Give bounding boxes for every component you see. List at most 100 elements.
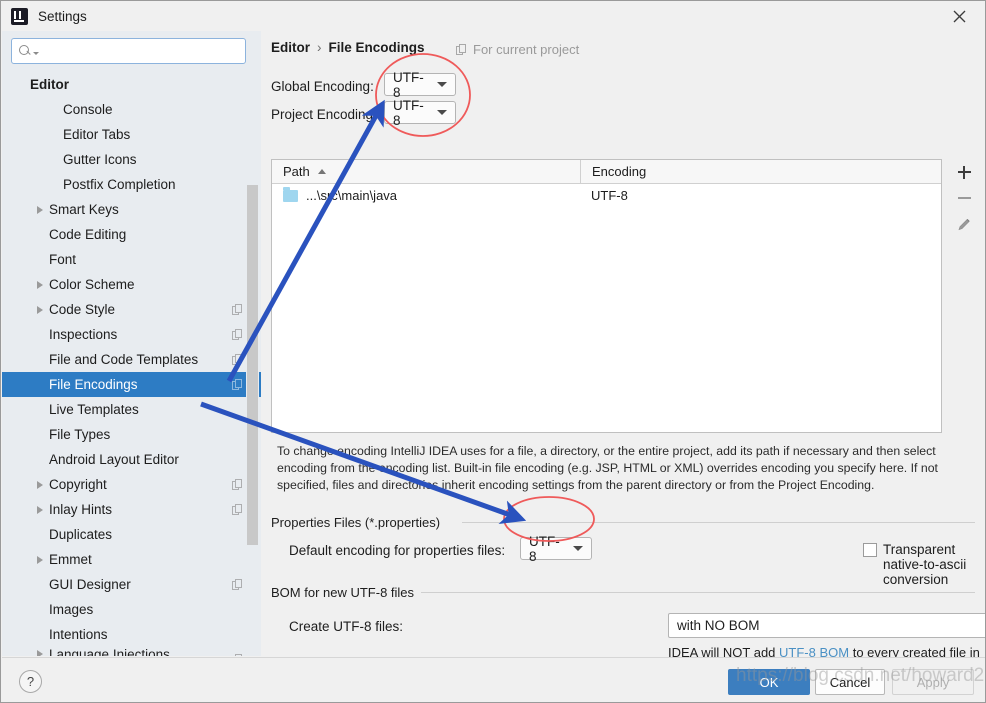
sidebar-item-label: Gutter Icons: [63, 152, 137, 167]
global-encoding-label: Global Encoding:: [271, 79, 374, 94]
for-current-project-badge: For current project: [456, 42, 579, 57]
sidebar-item-duplicates[interactable]: Duplicates: [2, 522, 261, 547]
sidebar-item-label: Editor Tabs: [63, 127, 131, 142]
sidebar-item-code-editing[interactable]: Code Editing: [2, 222, 261, 247]
settings-dialog: Settings Editor Console Editor Tabs Gutt…: [0, 0, 986, 703]
sidebar-item-code-style[interactable]: Code Style: [2, 297, 261, 322]
intellij-idea-logo-icon: [11, 7, 28, 25]
project-encoding-value: UTF-8: [393, 97, 424, 128]
sidebar-scrollbar-thumb[interactable]: [247, 185, 258, 545]
table-toolbar: [945, 159, 983, 249]
sidebar-item-inspections[interactable]: Inspections: [2, 322, 261, 347]
expand-arrow-icon[interactable]: [37, 280, 43, 289]
close-icon[interactable]: [939, 3, 979, 29]
expand-arrow-icon[interactable]: [37, 305, 43, 314]
sidebar-item-images[interactable]: Images: [2, 597, 261, 622]
ok-button[interactable]: OK: [728, 669, 810, 695]
search-icon: [19, 44, 32, 58]
breadcrumb: Editor › File Encodings: [271, 40, 425, 55]
sidebar-item-label: Code Style: [49, 302, 116, 317]
file-encodings-panel: Editor › File Encodings For current proj…: [262, 31, 985, 675]
encodings-table[interactable]: Path Encoding ...\src\main\java UTF-8: [271, 159, 942, 433]
table-cell-path: ...\src\main\java: [272, 187, 580, 203]
default-properties-encoding-select[interactable]: UTF-8: [520, 534, 592, 564]
column-header-encoding[interactable]: Encoding: [580, 160, 941, 183]
path-value: ...\src\main\java: [306, 188, 398, 203]
expand-arrow-icon[interactable]: [37, 555, 43, 564]
sidebar-item-label: File Encodings: [49, 377, 138, 392]
sidebar-item-font[interactable]: Font: [2, 247, 261, 272]
table-header: Path Encoding: [272, 160, 941, 184]
global-encoding-value: UTF-8: [393, 69, 424, 100]
expand-arrow-icon[interactable]: [37, 205, 43, 214]
expand-arrow-icon[interactable]: [37, 650, 43, 656]
sidebar-item-postfix-completion[interactable]: Postfix Completion: [2, 172, 261, 197]
column-header-path[interactable]: Path: [272, 160, 580, 183]
sidebar-item-label: Console: [63, 102, 113, 117]
sidebar-item-smart-keys[interactable]: Smart Keys: [2, 197, 261, 222]
cancel-button[interactable]: Cancel: [815, 669, 885, 695]
chevron-down-icon: [437, 82, 447, 87]
sidebar-item-label: Android Layout Editor: [49, 452, 179, 467]
table-cell-encoding: UTF-8: [591, 188, 628, 203]
create-utf8-files-value: with NO BOM: [677, 618, 760, 633]
sidebar-item-editor-tabs[interactable]: Editor Tabs: [2, 122, 261, 147]
sidebar-item-color-scheme[interactable]: Color Scheme: [2, 272, 261, 297]
transparent-native-to-ascii-label[interactable]: Transparent native-to-ascii conversion: [883, 542, 985, 587]
sidebar-scrollbar[interactable]: [246, 72, 259, 656]
page-title: File Encodings: [328, 40, 425, 55]
create-utf8-files-select[interactable]: with NO BOM: [668, 613, 985, 638]
sidebar-item-label: Duplicates: [49, 527, 113, 542]
settings-sidebar: Editor Console Editor Tabs Gutter Icons …: [2, 31, 261, 656]
sidebar-item-label: File and Code Templates: [49, 352, 199, 367]
sidebar-item-label: Emmet: [49, 552, 92, 567]
sidebar-item-android-layout-editor[interactable]: Android Layout Editor: [2, 447, 261, 472]
project-scope-icon: [232, 304, 243, 315]
project-encoding-select[interactable]: UTF-8: [384, 98, 456, 128]
sidebar-item-gui-designer[interactable]: GUI Designer: [2, 572, 261, 597]
sidebar-item-file-and-code-templates[interactable]: File and Code Templates: [2, 347, 261, 372]
transparent-native-to-ascii-checkbox[interactable]: [863, 543, 877, 557]
settings-tree[interactable]: Editor Console Editor Tabs Gutter Icons …: [2, 72, 261, 656]
search-input[interactable]: [43, 40, 240, 62]
sidebar-item-label: Live Templates: [49, 402, 139, 417]
encodings-description: To change encoding IntelliJ IDEA uses fo…: [277, 444, 938, 492]
help-icon[interactable]: ?: [19, 670, 42, 693]
search-field[interactable]: [11, 38, 246, 64]
folder-icon: [283, 187, 298, 202]
add-icon[interactable]: [950, 159, 978, 185]
project-scope-icon: [232, 654, 243, 656]
window-title: Settings: [38, 8, 87, 24]
sidebar-item-language-injections[interactable]: Language Injections: [2, 647, 261, 656]
expand-arrow-icon[interactable]: [37, 505, 43, 514]
project-scope-icon: [232, 379, 243, 390]
breadcrumb-parent[interactable]: Editor: [271, 40, 310, 55]
breadcrumb-separator: ›: [317, 40, 322, 55]
dialog-footer: ? OK Cancel Apply: [2, 657, 985, 702]
sidebar-item-file-types[interactable]: File Types: [2, 422, 261, 447]
sidebar-item-inlay-hints[interactable]: Inlay Hints: [2, 497, 261, 522]
sidebar-item-file-encodings[interactable]: File Encodings: [2, 372, 261, 397]
global-encoding-select[interactable]: UTF-8: [384, 70, 456, 100]
chevron-down-icon[interactable]: [33, 51, 39, 55]
sidebar-item-gutter-icons[interactable]: Gutter Icons: [2, 147, 261, 172]
properties-files-group-rule: [462, 522, 975, 523]
table-row[interactable]: ...\src\main\java UTF-8: [272, 184, 941, 207]
edit-icon[interactable]: [950, 211, 978, 237]
sidebar-item-label: Smart Keys: [49, 202, 119, 217]
sidebar-item-live-templates[interactable]: Live Templates: [2, 397, 261, 422]
expand-arrow-icon[interactable]: [37, 480, 43, 489]
sort-ascending-icon: [317, 169, 326, 174]
sidebar-item-intentions[interactable]: Intentions: [2, 622, 261, 647]
sidebar-item-label: Postfix Completion: [63, 177, 176, 192]
sidebar-item-copyright[interactable]: Copyright: [2, 472, 261, 497]
sidebar-item-label: Images: [49, 602, 94, 617]
bom-group-rule: [414, 592, 975, 593]
remove-icon[interactable]: [950, 185, 978, 211]
sidebar-item-label: Editor: [30, 77, 69, 92]
project-scope-icon: [232, 504, 243, 515]
sidebar-item-console[interactable]: Console: [2, 97, 261, 122]
column-header-label: Encoding: [592, 164, 647, 179]
sidebar-item-emmet[interactable]: Emmet: [2, 547, 261, 572]
sidebar-item-editor[interactable]: Editor: [2, 72, 261, 97]
